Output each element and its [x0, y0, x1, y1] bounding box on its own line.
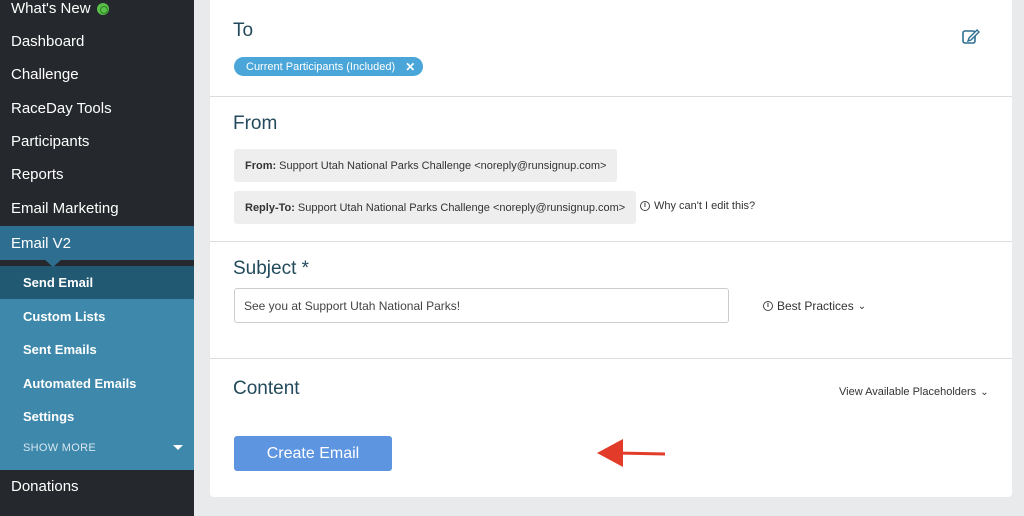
submenu-item-automated-emails[interactable]: Automated Emails	[0, 367, 194, 400]
info-icon: i	[763, 301, 773, 311]
from-address-box: From: Support Utah National Parks Challe…	[234, 149, 618, 182]
view-placeholders-toggle[interactable]: View Available Placeholders ⌄	[839, 386, 989, 398]
sidebar-item-label: Email V2	[11, 234, 72, 252]
submenu-item-label: Settings	[23, 409, 75, 424]
caret-down-icon	[173, 445, 183, 450]
sidebar-submenu: Send Email Custom Lists Sent Emails Auto…	[0, 266, 194, 470]
submenu-item-settings[interactable]: Settings	[0, 400, 194, 433]
annotation-arrow-icon	[597, 439, 666, 467]
sidebar-item-challenge[interactable]: Challenge	[0, 58, 194, 91]
from-label: From:	[245, 159, 277, 172]
sidebar-item-label: Challenge	[11, 66, 79, 83]
recipient-tag: Current Participants (Included) ✕	[234, 57, 424, 76]
sidebar-item-participants[interactable]: Participants	[0, 125, 194, 158]
subject-heading: Subject *	[233, 258, 310, 279]
to-heading: To	[233, 20, 254, 41]
recipient-tag-label: Current Participants (Included)	[246, 60, 396, 73]
content-heading: Content	[233, 378, 300, 399]
sidebar-item-label: Dashboard	[11, 33, 85, 50]
sidebar-item-label: Participants	[11, 133, 90, 150]
create-email-button[interactable]: Create Email	[234, 436, 392, 471]
sidebar-item-email-marketing[interactable]: Email Marketing	[0, 192, 194, 225]
sidebar-item-whats-new[interactable]: What's New	[0, 0, 194, 25]
submenu-item-sent-emails[interactable]: Sent Emails	[0, 333, 194, 366]
edit-icon[interactable]	[962, 28, 980, 44]
from-value: Support Utah National Parks Challenge <n…	[279, 159, 607, 172]
submenu-item-custom-lists[interactable]: Custom Lists	[0, 300, 194, 333]
sidebar-item-label: What's New	[11, 0, 91, 17]
show-more-toggle[interactable]: SHOW MORE	[0, 438, 194, 458]
sidebar-item-label: Donations	[11, 478, 79, 495]
chevron-down-icon: ⌄	[857, 300, 867, 312]
sidebar-item-donations[interactable]: Donations	[0, 470, 194, 503]
show-more-label: SHOW MORE	[23, 442, 96, 454]
sidebar-item-label: RaceDay Tools	[11, 100, 112, 117]
email-compose-card: To Current Participants (Included) ✕ Fro…	[210, 0, 1012, 497]
sidebar-item-email-v2[interactable]: Email V2	[0, 226, 194, 260]
remove-tag-icon[interactable]: ✕	[405, 60, 415, 74]
best-practices-label: Best Practices	[777, 299, 854, 313]
subject-value: See you at Support Utah National Parks!	[244, 298, 461, 313]
reply-to-value: Support Utah National Parks Challenge <n…	[297, 201, 626, 214]
to-section: To Current Participants (Included) ✕	[210, 0, 1012, 97]
submenu-item-label: Automated Emails	[23, 376, 137, 391]
from-heading: From	[233, 113, 278, 134]
submenu-item-label: Sent Emails	[23, 342, 97, 357]
submenu-item-send-email[interactable]: Send Email	[0, 266, 194, 299]
reply-to-label: Reply-To:	[245, 201, 295, 214]
sidebar-item-label: Reports	[11, 166, 64, 183]
sidebar: What's New Dashboard Challenge RaceDay T…	[0, 0, 194, 516]
reply-to-box: Reply-To: Support Utah National Parks Ch…	[234, 191, 637, 224]
chevron-down-icon: ⌄	[980, 386, 989, 398]
new-badge-icon	[96, 2, 109, 15]
sidebar-item-reports[interactable]: Reports	[0, 158, 194, 191]
sidebar-item-dashboard[interactable]: Dashboard	[0, 25, 194, 58]
subject-input[interactable]: See you at Support Utah National Parks!	[234, 288, 729, 323]
best-practices-toggle[interactable]: i Best Practices ⌄	[763, 299, 866, 313]
why-cant-edit-link[interactable]: i Why can't I edit this?	[640, 200, 755, 212]
sidebar-item-label: Email Marketing	[11, 200, 119, 217]
info-icon: i	[640, 201, 650, 211]
view-placeholders-label: View Available Placeholders	[839, 386, 977, 398]
submenu-item-label: Custom Lists	[23, 309, 106, 324]
sidebar-item-raceday-tools[interactable]: RaceDay Tools	[0, 92, 194, 125]
submenu-item-label: Send Email	[23, 275, 94, 290]
why-cant-edit-label: Why can't I edit this?	[654, 200, 756, 212]
active-indicator	[44, 259, 62, 267]
